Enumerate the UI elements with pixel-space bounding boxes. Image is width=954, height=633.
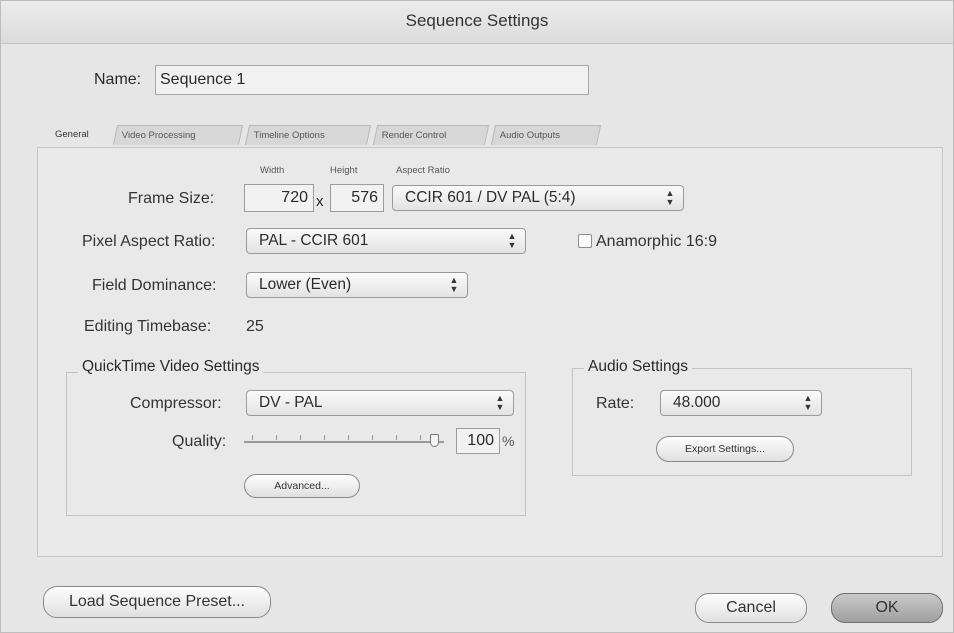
up-down-chevrons-icon: ▲ ▼ <box>803 393 813 412</box>
tab-general[interactable]: General <box>49 125 113 145</box>
editing-timebase-label: Editing Timebase: <box>84 318 212 335</box>
up-down-chevrons-icon: ▲ ▼ <box>495 393 505 412</box>
export-settings-label: Export Settings... <box>685 443 765 455</box>
up-down-chevrons-icon: ▲ ▼ <box>449 275 459 294</box>
ok-label: OK <box>875 599 899 616</box>
width-caption: Width <box>260 165 285 176</box>
compressor-label: Compressor: <box>130 395 222 412</box>
popup-value: DV - PAL <box>259 394 323 411</box>
field-dominance-popup[interactable]: Lower (Even) ▲ ▼ <box>246 272 468 298</box>
slider-tick <box>252 435 253 440</box>
popup-value: 48.000 <box>673 394 721 411</box>
quality-label: Quality: <box>172 433 227 450</box>
popup-value: PAL - CCIR 601 <box>259 232 369 249</box>
slider-tick <box>396 435 397 440</box>
slider-tick <box>300 435 301 440</box>
frame-size-separator: x <box>316 193 324 210</box>
audio-group-title: Audio Settings <box>584 358 692 376</box>
aspect-ratio-popup[interactable]: CCIR 601 / DV PAL (5:4) ▲ ▼ <box>392 185 684 211</box>
tab-video-processing[interactable]: Video Processing <box>112 125 244 145</box>
advanced-button-label: Advanced... <box>274 480 330 492</box>
export-settings-button[interactable]: Export Settings... <box>656 436 794 462</box>
rate-label: Rate: <box>596 395 635 412</box>
tab-label: General <box>55 129 89 140</box>
dialog-title: Sequence Settings <box>405 11 549 30</box>
quality-slider-thumb[interactable] <box>430 434 439 447</box>
anamorphic-label: Anamorphic 16:9 <box>596 233 717 250</box>
slider-tick <box>276 435 277 440</box>
sequence-settings-dialog: Sequence Settings Name: General Video Pr… <box>0 0 954 633</box>
tab-label: Audio Outputs <box>499 130 561 141</box>
load-sequence-preset-button[interactable]: Load Sequence Preset... <box>43 586 271 618</box>
audio-rate-popup[interactable]: 48.000 ▲ ▼ <box>660 390 822 416</box>
height-caption: Height <box>330 165 358 176</box>
tab-label: Timeline Options <box>253 130 325 141</box>
name-field[interactable] <box>155 65 589 95</box>
tab-timeline-options[interactable]: Timeline Options <box>244 125 372 145</box>
ok-button[interactable]: OK <box>831 593 943 623</box>
popup-value: CCIR 601 / DV PAL (5:4) <box>405 189 576 206</box>
cancel-button[interactable]: Cancel <box>695 593 807 623</box>
title-bar[interactable]: Sequence Settings <box>1 1 953 44</box>
slider-tick <box>372 435 373 440</box>
cancel-label: Cancel <box>726 599 776 616</box>
popup-value: Lower (Even) <box>259 276 352 293</box>
slider-tick <box>420 435 421 440</box>
pixel-aspect-ratio-popup[interactable]: PAL - CCIR 601 ▲ ▼ <box>246 228 526 254</box>
slider-tick <box>324 435 325 440</box>
frame-height-field[interactable]: 576 <box>330 184 384 212</box>
frame-width-field[interactable]: 720 <box>244 184 314 212</box>
aspect-ratio-caption: Aspect Ratio <box>396 165 450 176</box>
up-down-chevrons-icon: ▲ ▼ <box>665 188 675 207</box>
quality-unit: % <box>502 433 515 449</box>
quality-slider-track[interactable] <box>244 441 444 443</box>
load-preset-label: Load Sequence Preset... <box>68 593 246 610</box>
anamorphic-checkbox[interactable] <box>578 234 592 248</box>
advanced-button[interactable]: Advanced... <box>244 474 360 498</box>
tab-label: Render Control <box>381 130 447 141</box>
tab-label: Video Processing <box>121 130 196 141</box>
pixel-aspect-ratio-label: Pixel Aspect Ratio: <box>82 233 216 250</box>
frame-size-label: Frame Size: <box>128 190 215 207</box>
quality-value-field[interactable]: 100 <box>456 428 500 454</box>
tab-audio-outputs[interactable]: Audio Outputs <box>490 125 602 145</box>
name-label: Name: <box>94 71 142 88</box>
compressor-popup[interactable]: DV - PAL ▲ ▼ <box>246 390 514 416</box>
tab-render-control[interactable]: Render Control <box>372 125 490 145</box>
up-down-chevrons-icon: ▲ ▼ <box>507 231 517 250</box>
quicktime-group-title: QuickTime Video Settings <box>78 358 264 376</box>
slider-tick <box>348 435 349 440</box>
editing-timebase-value: 25 <box>246 318 264 335</box>
field-dominance-label: Field Dominance: <box>92 277 217 294</box>
general-tab-panel: Width Height Aspect Ratio Frame Size: 72… <box>37 147 943 557</box>
